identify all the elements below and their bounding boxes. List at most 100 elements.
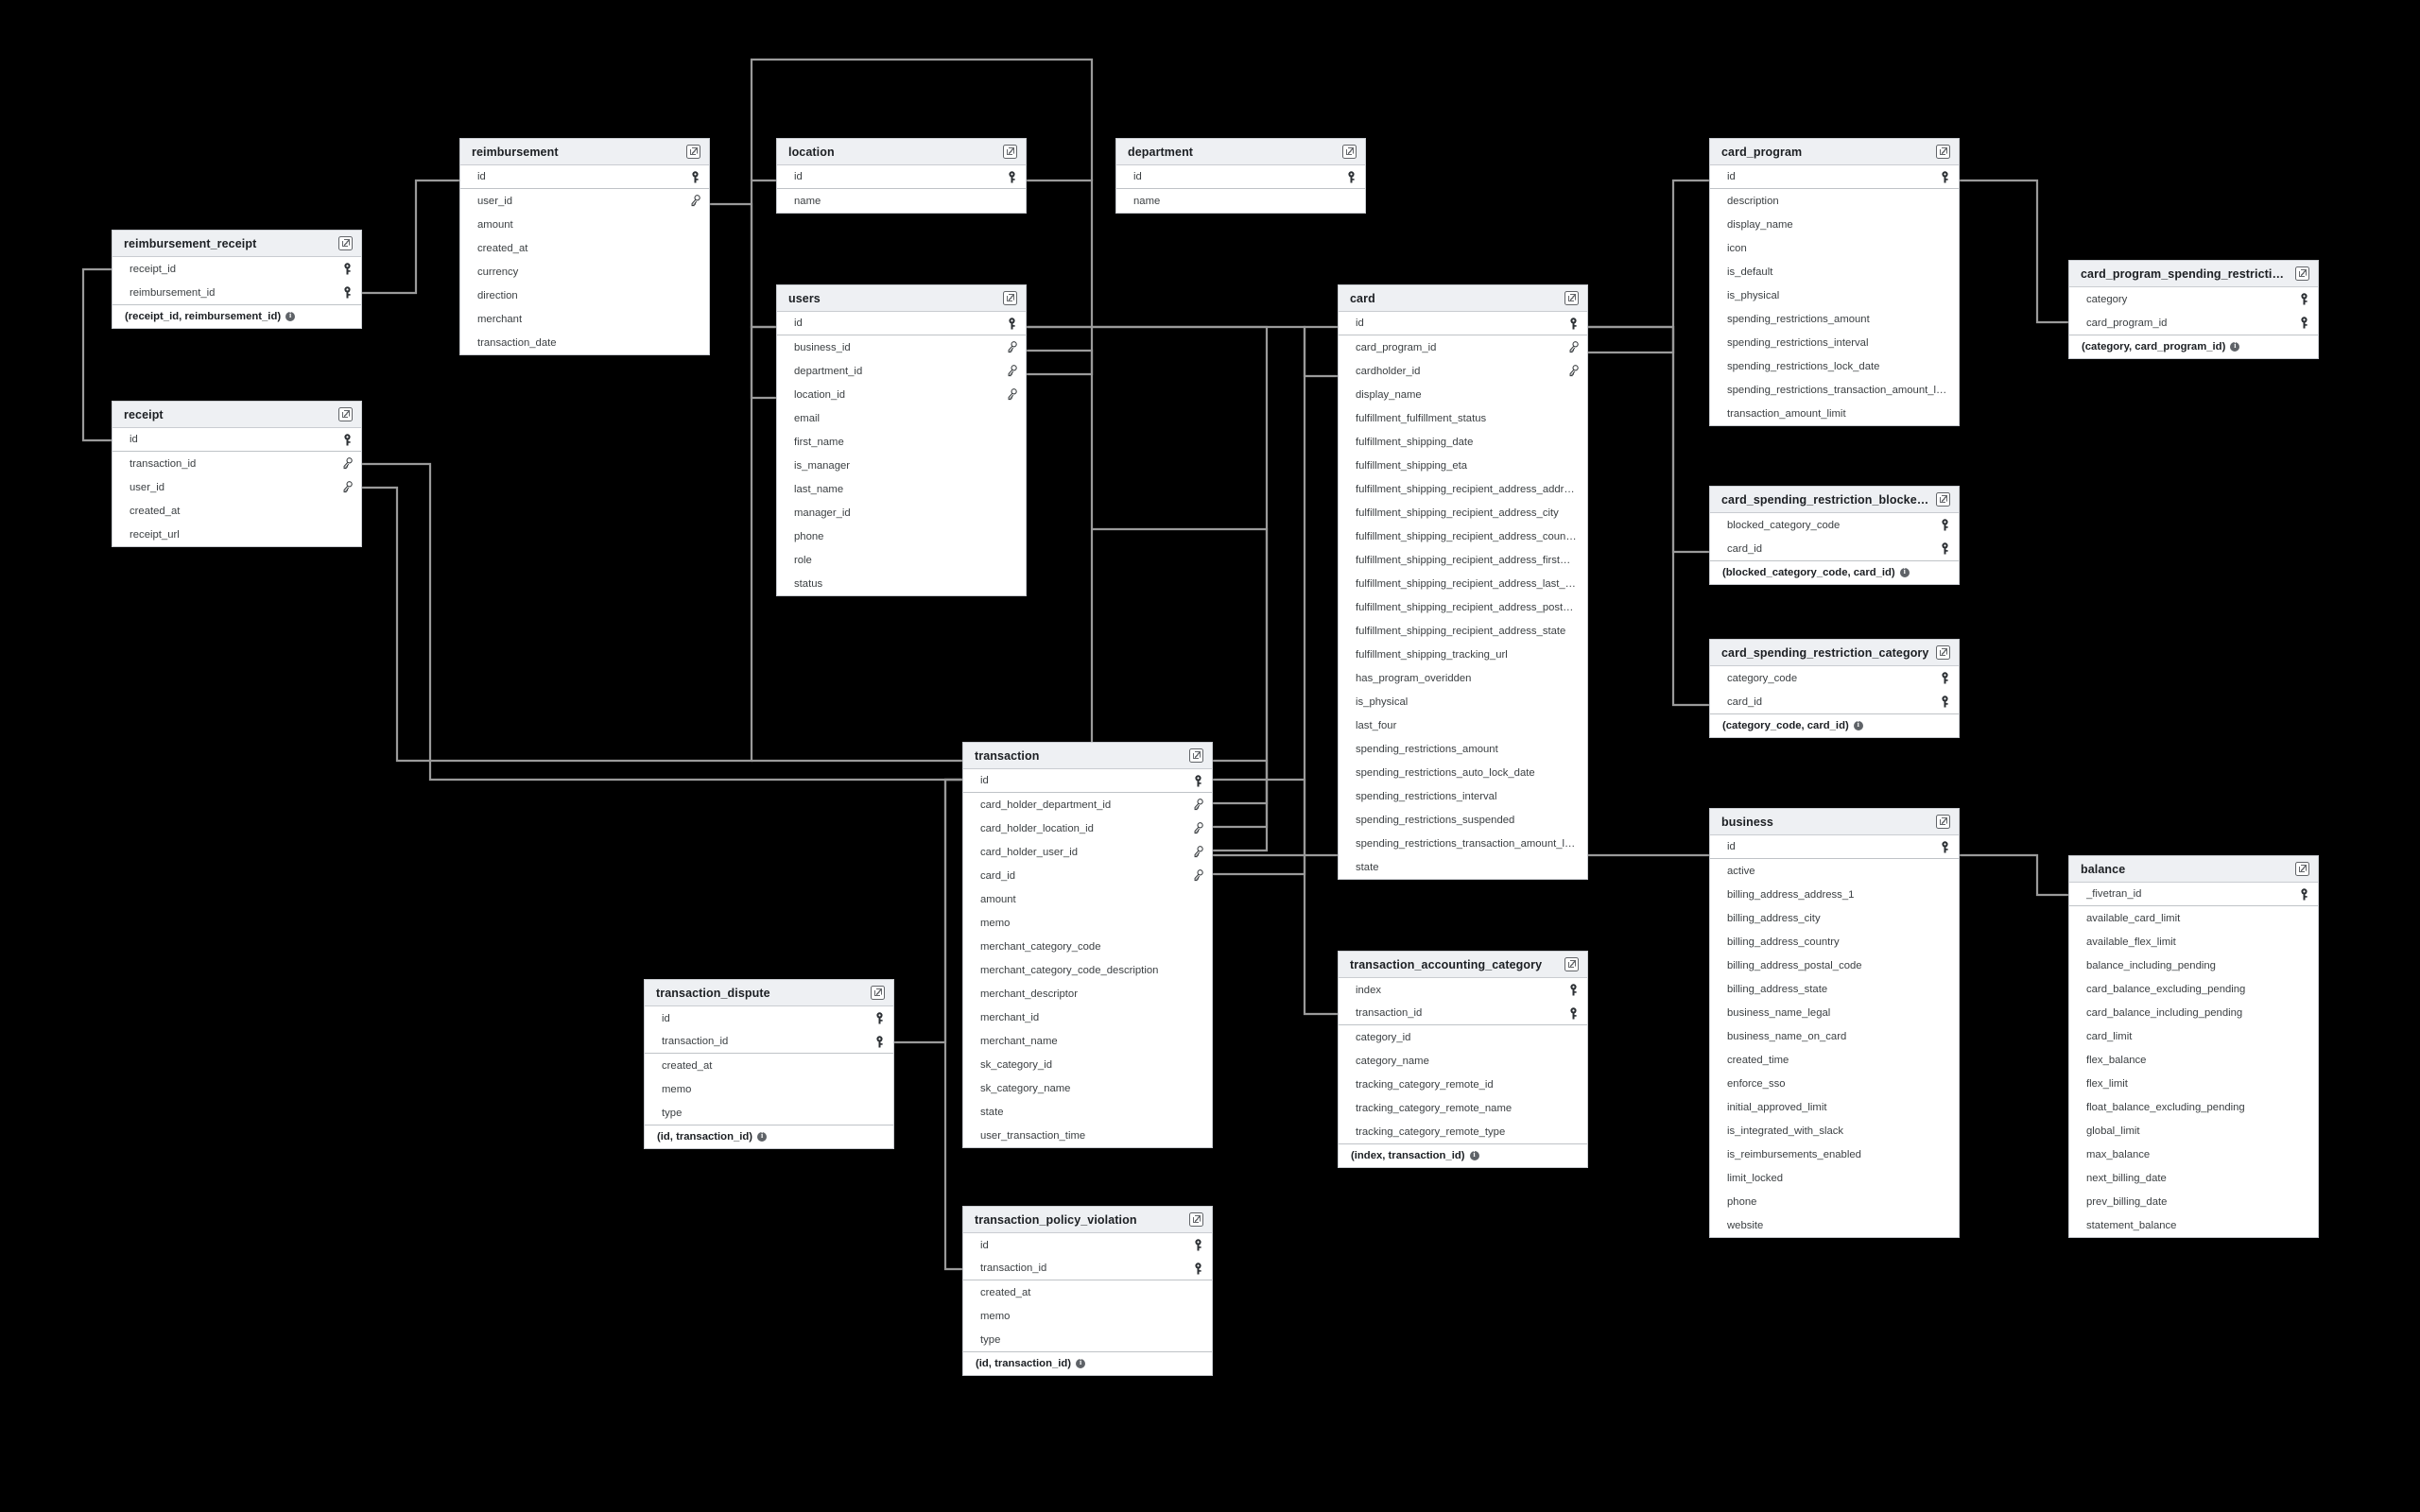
entity-field-row[interactable]: card_id: [1710, 690, 1959, 713]
entity-field-row[interactable]: user_id: [112, 475, 361, 499]
entity-table-card[interactable]: card id card_program_id cardholder_id displa…: [1338, 284, 1588, 880]
entity-table-card_spending_restriction_blocked_category[interactable]: card_spending_restriction_blocked_ca…blo…: [1709, 486, 1960, 585]
entity-field-row[interactable]: is_reimbursements_enabled: [1710, 1143, 1959, 1166]
external-link-icon[interactable]: [871, 986, 885, 1000]
entity-field-row[interactable]: description: [1710, 189, 1959, 213]
entity-field-row[interactable]: fulfillment_shipping_eta: [1339, 454, 1587, 477]
entity-field-row[interactable]: available_flex_limit: [2069, 930, 2318, 954]
external-link-icon[interactable]: [1936, 145, 1950, 159]
entity-field-row[interactable]: currency: [460, 260, 709, 284]
entity-field-row[interactable]: sk_category_id: [963, 1053, 1212, 1076]
entity-field-row[interactable]: id: [1339, 312, 1587, 335]
entity-field-row[interactable]: display_name: [1710, 213, 1959, 236]
entity-field-row[interactable]: spending_restrictions_amount: [1710, 307, 1959, 331]
external-link-icon[interactable]: [686, 145, 700, 159]
entity-table-balance[interactable]: balance _fivetran_id available_card_limit a…: [2068, 855, 2319, 1238]
entity-field-row[interactable]: statement_balance: [2069, 1213, 2318, 1237]
external-link-icon[interactable]: [1936, 492, 1950, 507]
entity-field-row[interactable]: id: [1116, 165, 1365, 189]
entity-field-row[interactable]: direction: [460, 284, 709, 307]
entity-field-row[interactable]: balance_including_pending: [2069, 954, 2318, 977]
entity-field-row[interactable]: phone: [1710, 1190, 1959, 1213]
entity-field-row[interactable]: fulfillment_shipping_recipient_address_p…: [1339, 595, 1587, 619]
external-link-icon[interactable]: [1564, 957, 1579, 971]
info-icon[interactable]: [1469, 1150, 1479, 1160]
entity-field-row[interactable]: memo: [963, 911, 1212, 935]
entity-field-row[interactable]: state: [1339, 855, 1587, 879]
entity-field-row[interactable]: tracking_category_remote_id: [1339, 1073, 1587, 1096]
entity-field-row[interactable]: business_name_legal: [1710, 1001, 1959, 1024]
entity-field-row[interactable]: id: [963, 1233, 1212, 1257]
entity-table-transaction_dispute[interactable]: transaction_dispute id transaction_id creat…: [644, 979, 894, 1149]
entity-field-row[interactable]: email: [777, 406, 1026, 430]
entity-table-reimbursement_receipt[interactable]: reimbursement_receipt receipt_id reimburse…: [112, 230, 362, 329]
entity-field-row[interactable]: billing_address_city: [1710, 906, 1959, 930]
entity-table-location[interactable]: location id name: [776, 138, 1027, 214]
entity-field-row[interactable]: business_id: [777, 335, 1026, 359]
entity-field-row[interactable]: fulfillment_shipping_recipient_address_c…: [1339, 501, 1587, 524]
entity-field-row[interactable]: spending_restrictions_interval: [1710, 331, 1959, 354]
entity-field-row[interactable]: merchant_id: [963, 1005, 1212, 1029]
entity-field-row[interactable]: fulfillment_shipping_recipient_address_l…: [1339, 572, 1587, 595]
entity-field-row[interactable]: card_program_id: [2069, 311, 2318, 335]
entity-field-row[interactable]: card_program_id: [1339, 335, 1587, 359]
entity-field-row[interactable]: card_holder_department_id: [963, 793, 1212, 816]
entity-field-row[interactable]: merchant_category_code_description: [963, 958, 1212, 982]
entity-field-row[interactable]: transaction_date: [460, 331, 709, 354]
external-link-icon[interactable]: [1936, 645, 1950, 660]
entity-field-row[interactable]: float_balance_excluding_pending: [2069, 1095, 2318, 1119]
entity-field-row[interactable]: id: [1710, 835, 1959, 859]
entity-table-card_program_spending_restriction_category[interactable]: card_program_spending_restriction_c… cate…: [2068, 260, 2319, 359]
entity-field-row[interactable]: receipt_url: [112, 523, 361, 546]
entity-field-row[interactable]: last_name: [777, 477, 1026, 501]
entity-field-row[interactable]: spending_restrictions_amount: [1339, 737, 1587, 761]
entity-field-row[interactable]: created_at: [645, 1054, 893, 1077]
entity-field-row[interactable]: fulfillment_shipping_tracking_url: [1339, 643, 1587, 666]
entity-field-row[interactable]: card_id: [1710, 537, 1959, 560]
info-icon[interactable]: [2230, 341, 2240, 352]
entity-field-row[interactable]: blocked_category_code: [1710, 513, 1959, 537]
entity-field-row[interactable]: id: [1710, 165, 1959, 189]
entity-field-row[interactable]: memo: [645, 1077, 893, 1101]
info-icon[interactable]: [285, 311, 296, 321]
entity-field-row[interactable]: card_holder_user_id: [963, 840, 1212, 864]
entity-field-row[interactable]: fulfillment_shipping_recipient_address_s…: [1339, 619, 1587, 643]
entity-field-row[interactable]: available_card_limit: [2069, 906, 2318, 930]
entity-table-card_program[interactable]: card_program id description display_name ico…: [1709, 138, 1960, 426]
entity-field-row[interactable]: reimbursement_id: [112, 281, 361, 304]
entity-field-row[interactable]: merchant: [460, 307, 709, 331]
entity-field-row[interactable]: first_name: [777, 430, 1026, 454]
entity-field-row[interactable]: name: [1116, 189, 1365, 213]
entity-table-business[interactable]: business id active billing_address_address_…: [1709, 808, 1960, 1238]
external-link-icon[interactable]: [1189, 748, 1203, 763]
entity-field-row[interactable]: department_id: [777, 359, 1026, 383]
entity-field-row[interactable]: website: [1710, 1213, 1959, 1237]
entity-field-row[interactable]: receipt_id: [112, 257, 361, 281]
entity-field-row[interactable]: memo: [963, 1304, 1212, 1328]
entity-field-row[interactable]: card_holder_location_id: [963, 816, 1212, 840]
entity-field-row[interactable]: user_id: [460, 189, 709, 213]
external-link-icon[interactable]: [1003, 145, 1017, 159]
entity-field-row[interactable]: fulfillment_fulfillment_status: [1339, 406, 1587, 430]
entity-field-row[interactable]: enforce_sso: [1710, 1072, 1959, 1095]
entity-table-reimbursement[interactable]: reimbursement id user_id amount created_at cu…: [459, 138, 710, 355]
entity-field-row[interactable]: category_code: [1710, 666, 1959, 690]
entity-field-row[interactable]: amount: [963, 887, 1212, 911]
entity-field-row[interactable]: tracking_category_remote_name: [1339, 1096, 1587, 1120]
entity-field-row[interactable]: spending_restrictions_interval: [1339, 784, 1587, 808]
external-link-icon[interactable]: [1003, 291, 1017, 305]
entity-field-row[interactable]: next_billing_date: [2069, 1166, 2318, 1190]
entity-field-row[interactable]: initial_approved_limit: [1710, 1095, 1959, 1119]
entity-field-row[interactable]: is_physical: [1710, 284, 1959, 307]
entity-field-row[interactable]: created_at: [460, 236, 709, 260]
entity-field-row[interactable]: created_at: [963, 1280, 1212, 1304]
entity-field-row[interactable]: transaction_id: [112, 452, 361, 475]
entity-field-row[interactable]: category: [2069, 287, 2318, 311]
entity-field-row[interactable]: spending_restrictions_suspended: [1339, 808, 1587, 832]
entity-field-row[interactable]: manager_id: [777, 501, 1026, 524]
external-link-icon[interactable]: [338, 407, 353, 421]
entity-field-row[interactable]: category_name: [1339, 1049, 1587, 1073]
entity-table-users[interactable]: users id business_id department_id location_…: [776, 284, 1027, 596]
external-link-icon[interactable]: [1564, 291, 1579, 305]
entity-field-row[interactable]: sk_category_name: [963, 1076, 1212, 1100]
